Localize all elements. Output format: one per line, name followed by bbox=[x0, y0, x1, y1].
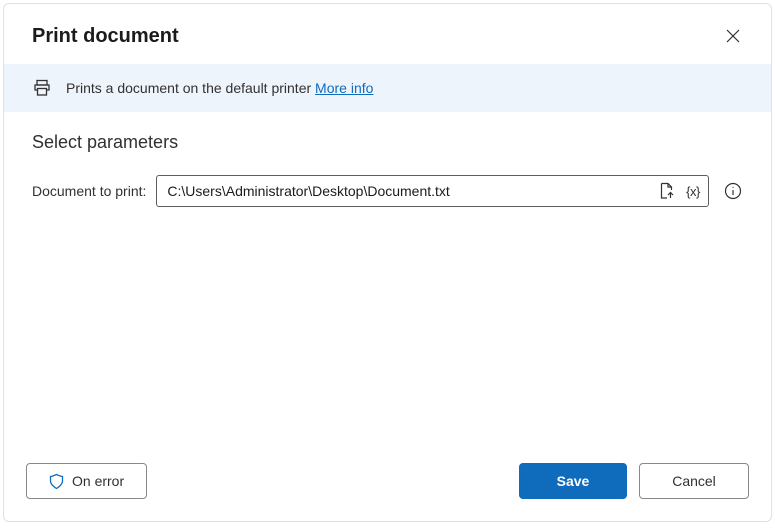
variable-icon: {x} bbox=[686, 184, 700, 199]
file-picker-button[interactable] bbox=[658, 182, 676, 200]
save-button[interactable]: Save bbox=[519, 463, 627, 499]
input-icons: {x} bbox=[658, 182, 702, 200]
on-error-label: On error bbox=[72, 473, 124, 489]
dialog-title: Print document bbox=[32, 25, 179, 48]
close-icon bbox=[726, 29, 740, 43]
save-label: Save bbox=[557, 473, 590, 489]
document-to-print-field[interactable]: {x} bbox=[156, 175, 709, 207]
cancel-label: Cancel bbox=[672, 473, 716, 489]
dialog-body: Select parameters Document to print: bbox=[4, 112, 771, 447]
dialog-footer: On error Save Cancel bbox=[4, 447, 771, 521]
close-button[interactable] bbox=[719, 22, 747, 50]
document-to-print-input[interactable] bbox=[167, 183, 658, 199]
shield-icon bbox=[49, 473, 64, 490]
printer-icon bbox=[32, 78, 52, 98]
document-to-print-row: Document to print: {x} bbox=[32, 175, 743, 207]
info-text-wrap: Prints a document on the default printer… bbox=[66, 80, 373, 96]
info-icon bbox=[724, 182, 742, 200]
more-info-link[interactable]: More info bbox=[315, 80, 373, 96]
document-to-print-label: Document to print: bbox=[32, 183, 146, 199]
help-button[interactable] bbox=[723, 181, 743, 201]
variable-picker-button[interactable]: {x} bbox=[684, 182, 702, 200]
info-bar: Prints a document on the default printer… bbox=[4, 64, 771, 112]
file-arrow-icon bbox=[659, 182, 675, 200]
on-error-button[interactable]: On error bbox=[26, 463, 147, 499]
section-title: Select parameters bbox=[32, 132, 743, 153]
dialog-header: Print document bbox=[4, 4, 771, 64]
print-document-dialog: Print document Prints a document on the … bbox=[3, 3, 772, 522]
cancel-button[interactable]: Cancel bbox=[639, 463, 749, 499]
info-text: Prints a document on the default printer bbox=[66, 80, 315, 96]
